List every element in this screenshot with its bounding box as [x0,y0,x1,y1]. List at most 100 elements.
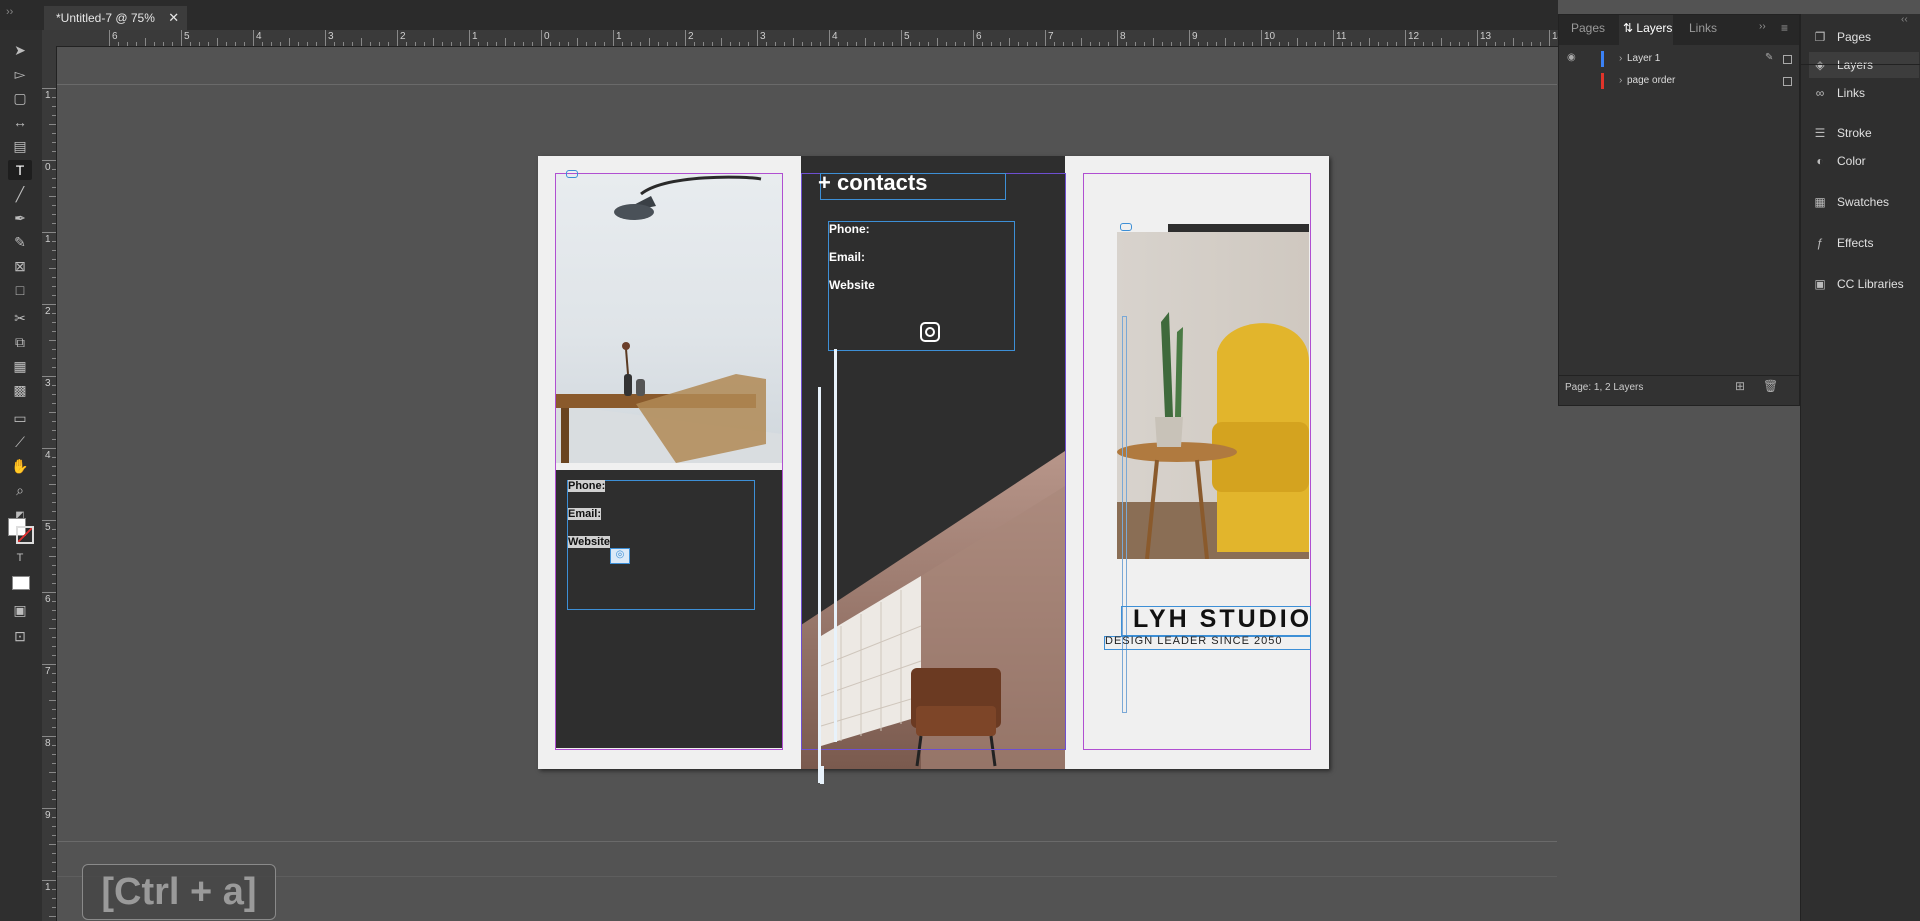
ruler-label: 8 [45,738,51,749]
layer-name[interactable]: Layer 1 [1627,53,1660,64]
vertical-rule-right[interactable] [834,349,837,742]
layer-row[interactable]: › page order [1559,71,1799,93]
stroke-swatch[interactable] [16,526,34,544]
document-spread[interactable]: Phone: Email: Website ◎ + contacts Phone… [538,156,1329,783]
instagram-icon[interactable] [920,322,940,342]
ruler-tick [1495,42,1496,46]
lamp-photo[interactable] [556,174,782,463]
chair-photo[interactable] [1117,232,1309,559]
studio-title[interactable]: LYH STUDIO [1133,605,1312,634]
chevron-right-icon[interactable]: › [1619,53,1622,64]
close-icon[interactable]: ✕ [168,10,179,25]
dock-cc-libraries[interactable]: ▣ CC Libraries [1809,271,1919,297]
ruler-tick [352,42,353,46]
dock-effects[interactable]: ƒ Effects [1809,230,1919,256]
gradient-swatch-tool-icon[interactable]: ▦ [8,356,32,376]
tab-layers[interactable]: ⇅ Layers [1623,21,1672,35]
panel-collapse-icon[interactable]: ›› [1759,21,1766,32]
layer-select-box[interactable] [1783,55,1792,64]
ruler-label: 9 [45,810,51,821]
rectangle-tool-icon[interactable]: □ [8,280,32,300]
link-icon[interactable] [566,170,578,178]
pen-tool-icon[interactable]: ✒ [8,208,32,228]
ruler-tick [49,772,56,773]
ruler-tick [52,601,56,602]
layer-name[interactable]: page order [1627,75,1675,86]
zoom-tool-icon[interactable]: ⌕ [8,480,32,500]
free-transform-tool-icon[interactable]: ⧉ [8,332,32,352]
links-icon: ∞ [1815,86,1825,100]
ruler-label: 1 [45,234,51,245]
ruler-tick [703,42,704,46]
ruler-tick [52,241,56,242]
contacts-heading[interactable]: + contacts [818,170,927,196]
right-vertical-rule[interactable] [1122,316,1127,713]
dock-stroke[interactable]: ☰ Stroke [1809,120,1919,146]
formatting-affects-text-icon[interactable]: T [8,548,32,568]
ruler-tick [361,38,362,46]
ruler-tick [1522,42,1523,46]
gap-tool-icon[interactable]: ↔ [8,112,32,132]
direct-selection-tool-icon[interactable]: ▻ [8,64,32,84]
ruler-tick [1279,42,1280,46]
instagram-icon-selected[interactable]: ◎ [610,548,630,564]
ruler-tick [52,106,56,107]
dock-layers[interactable]: ◈ Layers [1809,52,1919,78]
ruler-tick [49,412,56,413]
rectangle-frame-tool-icon[interactable]: ⊠ [8,256,32,276]
gradient-feather-tool-icon[interactable]: ▩ [8,380,32,400]
view-mode-icon[interactable]: ⊡ [8,626,32,646]
dock-color[interactable]: ◐ Color [1809,148,1919,174]
left-phone-label[interactable]: Phone: [568,480,606,492]
scissors-tool-icon[interactable]: ✂ [8,308,32,328]
center-phone-label[interactable]: Phone: [829,222,870,236]
left-website-label[interactable]: Website [568,536,610,548]
ruler-tick [631,42,632,46]
content-collector-icon[interactable]: ▤ [8,136,32,156]
link-icon[interactable] [1120,223,1132,231]
ruler-tick [42,88,56,89]
ruler-tick [1405,30,1406,46]
apply-color-icon[interactable] [12,576,30,590]
layer-select-box[interactable] [1783,77,1792,86]
vertical-ruler[interactable]: 1 0 1 2 3 4 5 6 7 8 9 1 [42,46,57,921]
tab-links[interactable]: Links [1689,21,1717,35]
pencil-tool-icon[interactable]: ✎ [8,232,32,252]
tab-pages[interactable]: Pages [1571,21,1605,35]
left-email-label[interactable]: Email: [568,508,602,520]
ruler-tick [613,30,614,46]
center-email-label[interactable]: Email: [829,250,865,264]
horizontal-ruler[interactable]: 65432101234567891011121314 [42,30,1558,47]
new-layer-icon[interactable]: ⊞ [1735,379,1745,393]
ruler-tick [52,790,56,791]
type-tool-icon[interactable]: T [8,160,32,180]
dock-swatches[interactable]: ▦ Swatches [1809,189,1919,215]
document-tab[interactable]: *Untitled-7 @ 75% ✕ [44,6,188,30]
ruler-tick [49,556,56,557]
ruler-label: 4 [832,31,838,42]
eyedropper-tool-icon[interactable]: ⟋ [8,432,32,452]
panel-menu-icon[interactable]: ≡ [1781,21,1788,35]
trash-icon[interactable]: 🗑 [1763,379,1778,393]
hand-tool-icon[interactable]: ✋ [8,456,32,476]
note-tool-icon[interactable]: ▭ [8,408,32,428]
studio-tagline[interactable]: DESIGN LEADER SINCE 2050 [1105,635,1282,647]
center-website-label[interactable]: Website [829,278,875,292]
ruler-tick [487,42,488,46]
dock-links[interactable]: ∞ Links [1809,80,1919,106]
collapse-icon[interactable]: ›› [6,6,13,18]
line-tool-icon[interactable]: ╱ [8,184,32,204]
screen-mode-icon[interactable]: ▣ [8,600,32,620]
ruler-tick [1063,42,1064,46]
ruler-tick [388,42,389,46]
chevron-right-icon[interactable]: › [1619,75,1622,86]
selection-tool-icon[interactable]: ➤ [8,40,32,60]
layer-row[interactable]: ◉ › Layer 1 ✎ [1559,49,1799,71]
eye-icon[interactable]: ◉ [1567,52,1576,63]
ruler-tick [42,376,56,377]
ruler-tick [1081,38,1082,46]
vertical-rule-left[interactable] [818,387,821,783]
page-tool-icon[interactable]: ▢ [8,88,32,108]
dock-pages[interactable]: ❐ Pages [1809,24,1919,50]
pencil-icon[interactable]: ✎ [1765,52,1773,63]
